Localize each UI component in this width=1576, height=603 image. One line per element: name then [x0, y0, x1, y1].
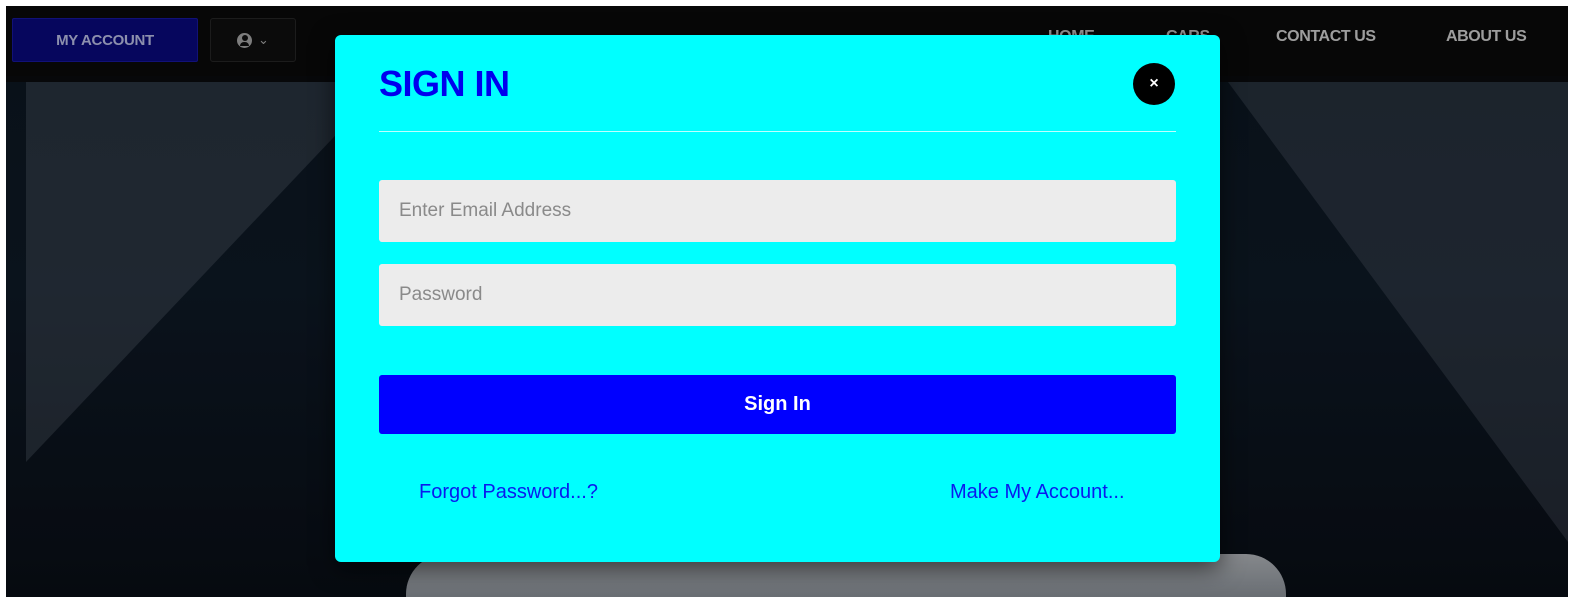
modal-title: SIGN IN [379, 63, 510, 104]
close-icon: × [1149, 75, 1159, 92]
email-field[interactable] [379, 180, 1176, 242]
close-button[interactable]: × [1133, 63, 1175, 105]
sign-in-button[interactable]: Sign In [379, 375, 1176, 434]
modal-divider [379, 131, 1176, 132]
forgot-password-link[interactable]: Forgot Password...? [419, 481, 598, 504]
make-account-link[interactable]: Make My Account... [950, 481, 1125, 504]
sign-in-button-label: Sign In [744, 393, 811, 415]
password-field[interactable] [379, 264, 1176, 326]
app-frame: MY ACCOUNT ⌄ HOME CARS CONTACT US ABOUT … [6, 6, 1568, 597]
sign-in-modal: SIGN IN × Sign In Forgot Password...? Ma… [335, 35, 1220, 562]
